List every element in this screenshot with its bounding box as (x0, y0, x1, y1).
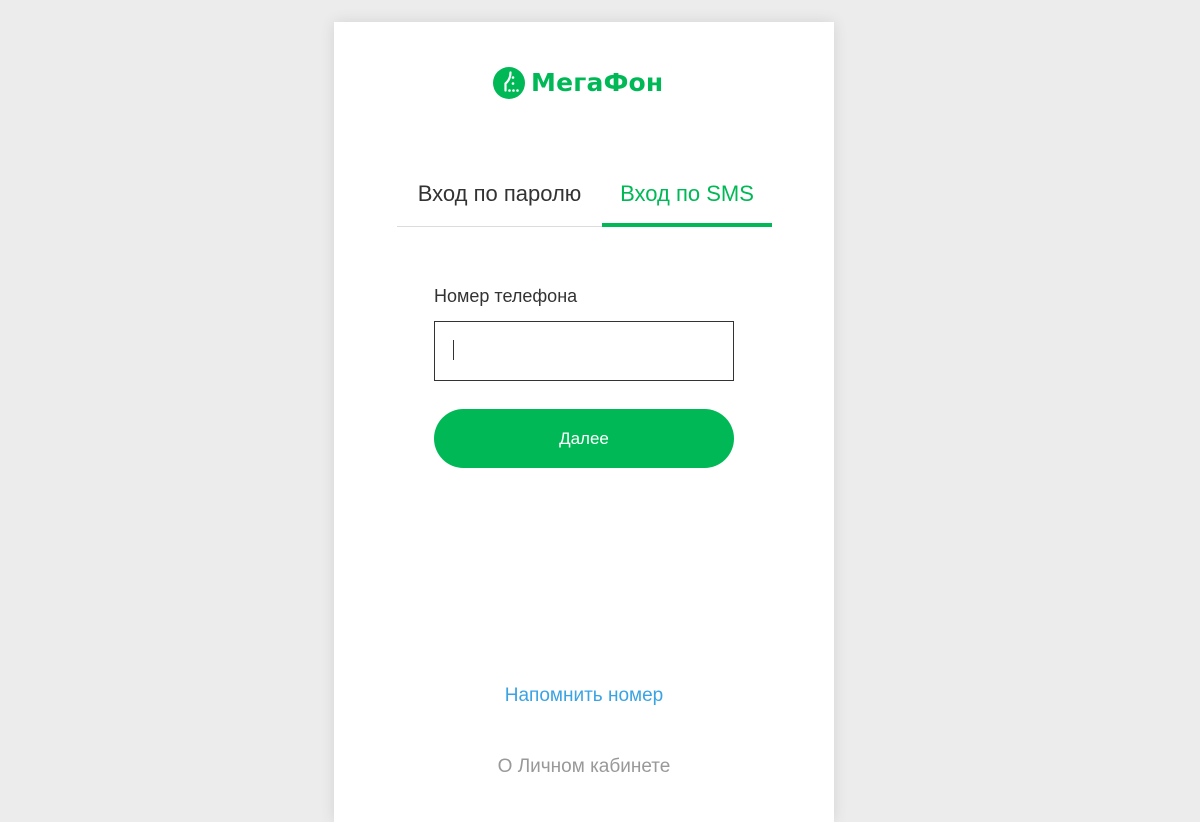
tab-sms-login[interactable]: Вход по SMS (602, 168, 772, 226)
brand-name: МегаФон (531, 68, 664, 97)
phone-field-label: Номер телефона (434, 286, 578, 306)
phone-input[interactable] (434, 321, 734, 381)
megafon-logo-icon (493, 67, 525, 99)
remind-number-link[interactable]: Напомнить номер (334, 685, 834, 707)
tab-password-login[interactable]: Вход по паролю (397, 168, 602, 226)
about-cabinet-link[interactable]: О Личном кабинете (334, 756, 834, 778)
brand-logo[interactable]: МегаФон (493, 66, 663, 100)
login-card: МегаФон Вход по паролю Вход по SMS Номер… (334, 22, 834, 822)
login-method-tabs: Вход по паролю Вход по SMS (397, 168, 772, 227)
text-caret (453, 340, 454, 360)
active-tab-indicator (602, 223, 772, 227)
next-button[interactable]: Далее (434, 409, 734, 468)
